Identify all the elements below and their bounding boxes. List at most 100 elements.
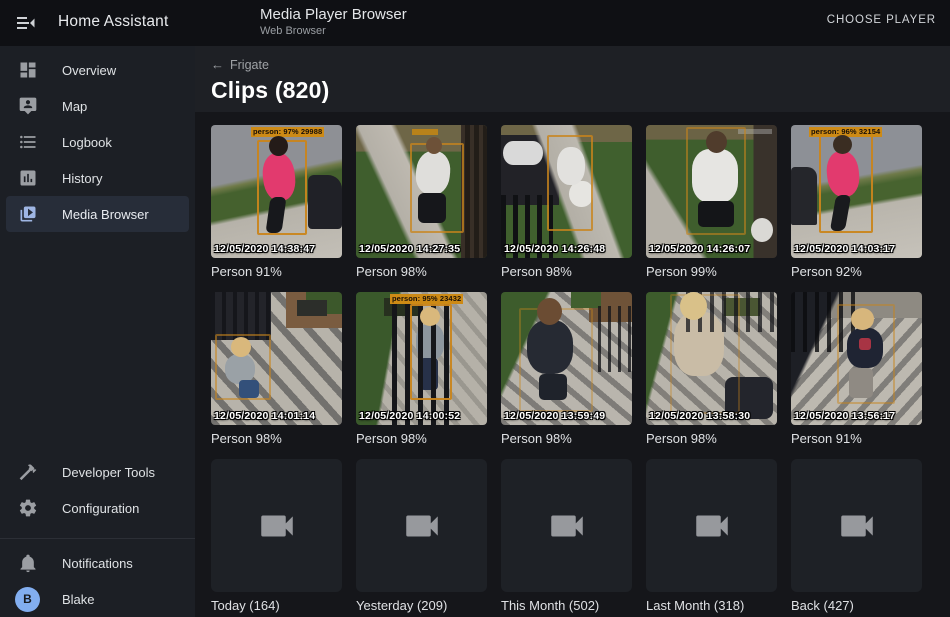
scene-art [308, 175, 342, 229]
choose-player-button[interactable]: CHOOSE PLAYER [827, 14, 936, 26]
folder-label: Today (164) [211, 598, 342, 613]
clip-timestamp: 12/05/2020 14:00:52 [359, 410, 460, 422]
clip-card: 12/05/2020 13:58:30 Person 98% [646, 292, 777, 446]
detection-bounding-box [410, 143, 464, 233]
scene-art [751, 218, 773, 242]
clip-card: person: 95% 23432 12/05/2020 14:00:52 Pe… [356, 292, 487, 446]
clip-card: 12/05/2020 14:27:35 Person 98% [356, 125, 487, 279]
folder-thumbnail-today[interactable] [211, 459, 342, 592]
page-section-title: Clips (820) [211, 77, 950, 104]
sidebar-item-overview[interactable]: Overview [0, 52, 195, 88]
clip-card: person: 96% 32154 12/05/2020 14:03:17 Pe… [791, 125, 922, 279]
map-account-icon [18, 96, 38, 116]
page-subtitle: Web Browser [260, 25, 407, 37]
clip-timestamp: 12/05/2020 14:38:47 [214, 243, 315, 255]
folder-card: Today (164) [211, 459, 342, 613]
sidebar-item-developer-tools[interactable]: Developer Tools [0, 454, 195, 490]
sidebar-toggle-button[interactable] [14, 11, 38, 35]
sidebar-item-profile[interactable]: B Blake [0, 581, 195, 617]
clip-thumbnail[interactable]: 12/05/2020 14:26:07 [646, 125, 777, 258]
folder-label: Last Month (318) [646, 598, 777, 613]
detection-bounding-box [547, 135, 593, 231]
list-bulleted-icon [18, 132, 38, 152]
folder-thumbnail-back[interactable] [791, 459, 922, 592]
clip-card: 12/05/2020 13:59:49 Person 98% [501, 292, 632, 446]
back-arrow-icon: ← [211, 57, 224, 72]
clip-label: Person 98% [646, 431, 777, 446]
sidebar-item-notifications[interactable]: Notifications [0, 545, 195, 581]
clip-label: Person 91% [791, 431, 922, 446]
play-box-multiple-icon [18, 204, 38, 224]
hammer-icon [18, 462, 38, 482]
clip-label: Person 98% [356, 431, 487, 446]
chart-box-icon [18, 168, 38, 188]
clip-thumbnail[interactable]: 12/05/2020 14:26:48 [501, 125, 632, 258]
sidebar-divider [0, 538, 195, 539]
page-heading: Media Player Browser Web Browser [260, 6, 407, 37]
video-camera-icon [546, 505, 588, 547]
folder-label: This Month (502) [501, 598, 632, 613]
clip-thumbnail[interactable]: person: 97% 29988 12/05/2020 14:38:47 [211, 125, 342, 258]
sidebar-item-map[interactable]: Map [0, 88, 195, 124]
detection-bounding-box [519, 308, 593, 412]
detection-bounding-box [819, 135, 873, 233]
clip-thumbnail[interactable]: person: 96% 32154 12/05/2020 14:03:17 [791, 125, 922, 258]
sidebar-spacer [0, 232, 195, 454]
clip-timestamp: 12/05/2020 14:01:14 [214, 410, 315, 422]
folder-label: Back (427) [791, 598, 922, 613]
clip-label: Person 98% [356, 264, 487, 279]
clip-thumbnail[interactable]: 12/05/2020 13:59:49 [501, 292, 632, 425]
folder-card: Last Month (318) [646, 459, 777, 613]
breadcrumb-back-frigate[interactable]: ← Frigate [211, 57, 950, 72]
folder-thumbnail-this-month[interactable] [501, 459, 632, 592]
folder-thumbnail-last-month[interactable] [646, 459, 777, 592]
detection-bounding-box [257, 140, 307, 235]
detection-bounding-box [215, 334, 271, 400]
bell-icon [18, 553, 38, 573]
detection-bounding-box [670, 294, 740, 414]
folder-card: Back (427) [791, 459, 922, 613]
sidebar-item-configuration[interactable]: Configuration [0, 490, 195, 526]
detection-bounding-box [837, 304, 895, 404]
clip-timestamp: 12/05/2020 14:26:07 [649, 243, 750, 255]
clip-label: Person 92% [791, 264, 922, 279]
sidebar-item-history[interactable]: History [0, 160, 195, 196]
detection-label: person: 96% 32154 [809, 127, 882, 137]
clip-thumbnail[interactable]: 12/05/2020 14:01:14 [211, 292, 342, 425]
video-camera-icon [401, 505, 443, 547]
video-camera-icon [836, 505, 878, 547]
clip-label: Person 98% [501, 431, 632, 446]
clip-timestamp: 12/05/2020 13:58:30 [649, 410, 750, 422]
folder-card: Yesterday (209) [356, 459, 487, 613]
detection-bounding-box [686, 127, 746, 235]
clip-timestamp: 12/05/2020 13:56:17 [794, 410, 895, 422]
clip-card: 12/05/2020 13:56:17 Person 91% [791, 292, 922, 446]
clip-thumbnail[interactable]: 12/05/2020 13:58:30 [646, 292, 777, 425]
page-title: Media Player Browser [260, 6, 407, 23]
scene-art [461, 125, 487, 258]
video-camera-icon [256, 505, 298, 547]
sidebar-item-logbook[interactable]: Logbook [0, 124, 195, 160]
clip-timestamp: 12/05/2020 14:26:48 [504, 243, 605, 255]
content-header: ← Frigate Clips (820) [195, 46, 950, 112]
media-browser-content: ← Frigate Clips (820) person: 97% 29988 … [195, 46, 950, 617]
folder-label: Yesterday (209) [356, 598, 487, 613]
clip-label: Person 98% [501, 264, 632, 279]
folder-thumbnail-yesterday[interactable] [356, 459, 487, 592]
clip-label: Person 91% [211, 264, 342, 279]
clip-timestamp: 12/05/2020 13:59:49 [504, 410, 605, 422]
menu-open-icon [14, 11, 38, 35]
scene-art [859, 338, 871, 350]
clip-timestamp: 12/05/2020 14:03:17 [794, 243, 895, 255]
avatar: B [15, 587, 40, 612]
scene-art [791, 167, 817, 225]
clip-label: Person 98% [211, 431, 342, 446]
gear-icon [18, 498, 38, 518]
sidebar-item-media-browser[interactable]: Media Browser [6, 196, 189, 232]
clip-thumbnail[interactable]: 12/05/2020 14:27:35 [356, 125, 487, 258]
clip-thumbnail[interactable]: person: 95% 23432 12/05/2020 14:00:52 [356, 292, 487, 425]
top-app-bar: Home Assistant Media Player Browser Web … [0, 0, 950, 46]
video-camera-icon [691, 505, 733, 547]
clip-thumbnail[interactable]: 12/05/2020 13:56:17 [791, 292, 922, 425]
clip-card: 12/05/2020 14:01:14 Person 98% [211, 292, 342, 446]
